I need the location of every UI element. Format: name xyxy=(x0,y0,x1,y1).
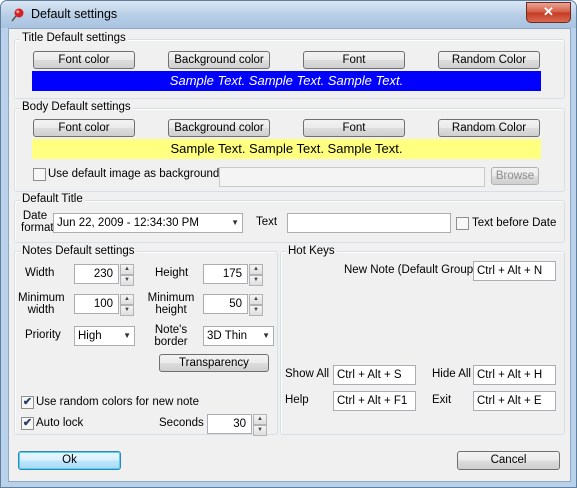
width-input[interactable]: 230 xyxy=(74,264,119,284)
min-height-label: Minimum height xyxy=(147,292,195,316)
spin-down-icon[interactable]: ▼ xyxy=(120,305,134,316)
random-colors-label: Use random colors for new note xyxy=(36,396,199,408)
body-random-color-button[interactable]: Random Color xyxy=(438,119,540,137)
spin-up-icon[interactable]: ▲ xyxy=(249,264,263,275)
min-height-input[interactable]: 50 xyxy=(203,294,248,314)
chevron-down-icon: ▼ xyxy=(262,331,270,340)
use-image-label: Use default image as background xyxy=(48,168,220,180)
note-border-value: 3D Thin xyxy=(207,330,248,342)
priority-value: High xyxy=(78,330,102,342)
hide-all-hotkey-input[interactable]: Ctrl + Alt + H xyxy=(473,365,556,385)
spin-up-icon[interactable]: ▲ xyxy=(120,264,134,275)
date-format-value: Jun 22, 2009 - 12:34:30 PM xyxy=(57,217,199,229)
window-title: Default settings xyxy=(31,7,118,21)
help-hotkey-input[interactable]: Ctrl + Alt + F1 xyxy=(333,391,416,411)
body-background-color-button[interactable]: Background color xyxy=(168,119,270,137)
width-label: Width xyxy=(25,267,55,279)
min-width-input[interactable]: 100 xyxy=(74,294,119,314)
seconds-label: Seconds xyxy=(159,417,204,429)
auto-lock-checkbox[interactable]: ✔ xyxy=(21,417,34,430)
min-width-label: Minimum width xyxy=(18,292,65,316)
title-bar[interactable]: Default settings ✕ xyxy=(1,1,576,28)
seconds-spinner[interactable]: ▲ ▼ xyxy=(253,414,267,436)
transparency-button[interactable]: Transparency xyxy=(159,354,269,372)
height-spinner[interactable]: ▲ ▼ xyxy=(249,264,263,286)
check-mark-icon: ✔ xyxy=(22,417,33,429)
close-button[interactable]: ✕ xyxy=(526,2,571,23)
seconds-input[interactable]: 30 xyxy=(207,414,252,434)
title-settings-label: Title Default settings xyxy=(20,32,128,44)
random-colors-checkbox[interactable]: ✔ xyxy=(21,396,34,409)
spin-down-icon[interactable]: ▼ xyxy=(253,425,267,436)
cancel-button[interactable]: Cancel xyxy=(457,451,560,470)
dialog-client: Title Default settings Font color Backgr… xyxy=(8,28,571,482)
body-font-button[interactable]: Font xyxy=(303,119,405,137)
browse-button[interactable]: Browse xyxy=(491,167,539,185)
spin-up-icon[interactable]: ▲ xyxy=(120,294,134,305)
date-format-label: Date format xyxy=(21,210,54,234)
title-font-color-button[interactable]: Font color xyxy=(33,51,135,69)
spin-down-icon[interactable]: ▼ xyxy=(249,275,263,286)
date-format-select[interactable]: Jun 22, 2009 - 12:34:30 PM ▼ xyxy=(53,213,243,233)
width-spinner[interactable]: ▲ ▼ xyxy=(120,264,134,286)
check-mark-icon: ✔ xyxy=(22,396,33,408)
new-note-hotkey-input[interactable]: Ctrl + Alt + N xyxy=(473,261,556,281)
ok-button[interactable]: Ok xyxy=(18,451,121,470)
spin-up-icon[interactable]: ▲ xyxy=(253,414,267,425)
priority-label: Priority xyxy=(25,329,61,341)
height-input[interactable]: 175 xyxy=(203,264,248,284)
help-hotkey-label: Help xyxy=(285,394,309,406)
title-text-input[interactable] xyxy=(287,213,451,233)
exit-hotkey-input[interactable]: Ctrl + Alt + E xyxy=(473,391,556,411)
show-all-hotkey-label: Show All xyxy=(285,368,330,380)
exit-hotkey-label: Exit xyxy=(432,394,452,406)
text-before-date-label: Text before Date xyxy=(472,217,557,229)
title-sample-text: Sample Text. Sample Text. Sample Text. xyxy=(32,71,541,91)
min-width-spinner[interactable]: ▲ ▼ xyxy=(120,294,134,316)
body-sample-text: Sample Text. Sample Text. Sample Text. xyxy=(32,139,541,159)
show-all-hotkey-input[interactable]: Ctrl + Alt + S xyxy=(333,365,416,385)
hot-keys-label: Hot Keys xyxy=(286,245,337,257)
text-before-date-checkbox[interactable] xyxy=(456,217,469,230)
note-border-select[interactable]: 3D Thin ▼ xyxy=(203,326,274,346)
body-settings-label: Body Default settings xyxy=(20,101,133,113)
new-note-hotkey-label: New Note (Default Group) xyxy=(344,264,477,276)
note-border-label: Note's border xyxy=(154,324,188,348)
priority-select[interactable]: High ▼ xyxy=(74,326,135,346)
title-font-button[interactable]: Font xyxy=(303,51,405,69)
min-height-spinner[interactable]: ▲ ▼ xyxy=(249,294,263,316)
auto-lock-label: Auto lock xyxy=(36,417,84,429)
chevron-down-icon: ▼ xyxy=(123,331,131,340)
spin-up-icon[interactable]: ▲ xyxy=(249,294,263,305)
body-font-color-button[interactable]: Font color xyxy=(33,119,135,137)
height-label: Height xyxy=(155,267,189,279)
title-random-color-button[interactable]: Random Color xyxy=(438,51,540,69)
hide-all-hotkey-label: Hide All xyxy=(432,368,471,380)
title-background-color-button[interactable]: Background color xyxy=(168,51,270,69)
pushpin-icon xyxy=(11,8,24,22)
use-image-checkbox[interactable] xyxy=(33,168,46,181)
chevron-down-icon: ▼ xyxy=(231,218,239,227)
dialog-window: Default settings ✕ Title Default setting… xyxy=(0,0,577,488)
spin-down-icon[interactable]: ▼ xyxy=(249,305,263,316)
title-text-label: Text xyxy=(256,216,278,228)
image-path-field[interactable] xyxy=(219,167,485,187)
spin-down-icon[interactable]: ▼ xyxy=(120,275,134,286)
notes-settings-label: Notes Default settings xyxy=(20,245,137,257)
default-title-label: Default Title xyxy=(20,193,85,205)
